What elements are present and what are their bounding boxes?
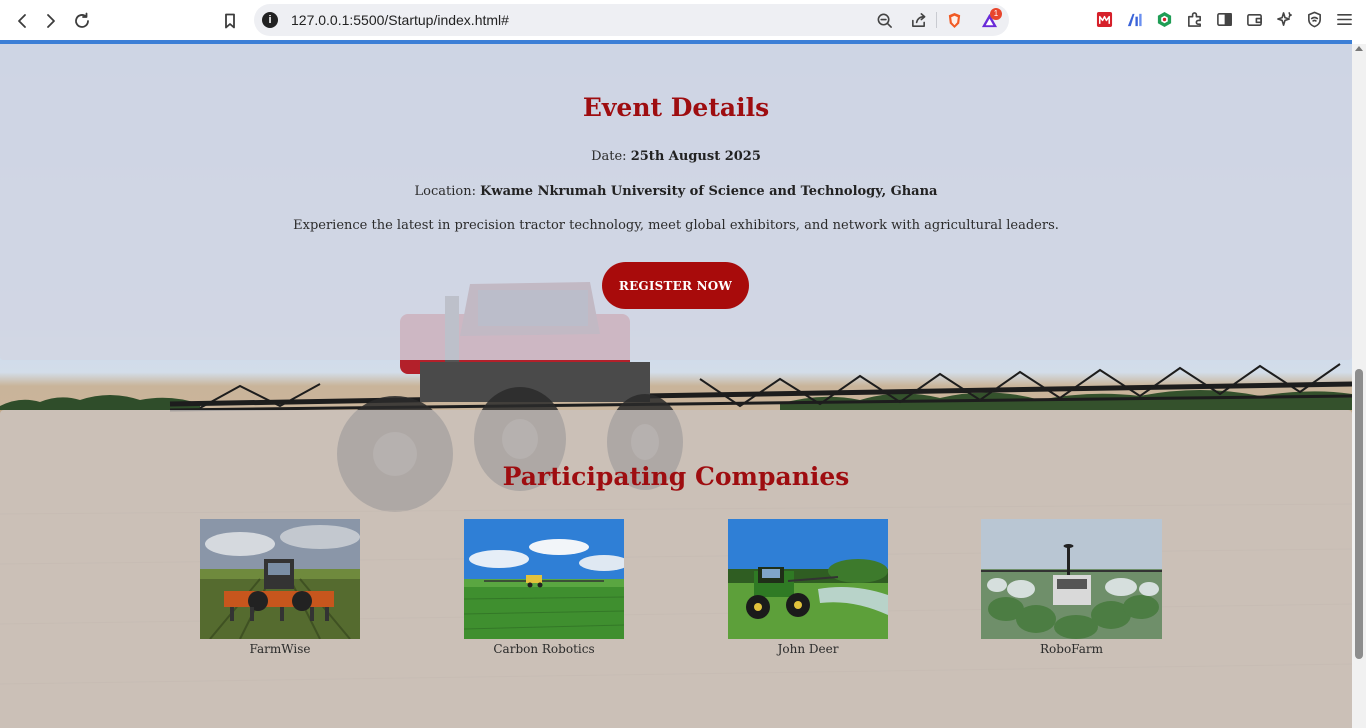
forward-icon[interactable]	[38, 8, 64, 34]
page-viewport: Event Details Date: 25th August 2025 Loc…	[0, 44, 1352, 728]
vertical-scrollbar[interactable]	[1352, 44, 1366, 728]
carbon-robotics-image	[464, 519, 624, 639]
company-name: FarmWise	[249, 642, 311, 656]
site-info-icon[interactable]: i	[262, 12, 278, 28]
sidebar-icon[interactable]	[1214, 9, 1234, 29]
wallet-icon[interactable]	[1244, 9, 1264, 29]
event-location-value: Kwame Nkrumah University of Science and …	[480, 184, 938, 199]
company-name: Carbon Robotics	[493, 642, 595, 656]
john-deer-image	[728, 519, 888, 639]
event-description: Experience the latest in precision tract…	[293, 218, 1059, 233]
puzzle-icon[interactable]	[1184, 9, 1204, 29]
share-icon[interactable]	[908, 10, 928, 30]
farmwise-image	[200, 519, 360, 639]
company-card[interactable]: FarmWise	[200, 519, 360, 656]
company-card[interactable]: RoboFarm	[981, 519, 1162, 656]
event-date: Date: 25th August 2025	[0, 149, 1352, 164]
event-title: Event Details	[582, 93, 770, 122]
robofarm-image	[981, 519, 1162, 639]
address-bar[interactable]: i 127.0.0.1:5500/Startup/index.html# 1	[254, 4, 1009, 36]
vpn-icon[interactable]	[1304, 9, 1324, 29]
company-card[interactable]: Carbon Robotics	[464, 519, 624, 656]
leo-icon[interactable]	[1274, 9, 1294, 29]
menu-icon[interactable]	[1334, 9, 1354, 29]
company-name: RoboFarm	[1040, 642, 1103, 656]
url-text[interactable]: 127.0.0.1:5500/Startup/index.html#	[291, 12, 509, 28]
scrollbar-thumb[interactable]	[1355, 369, 1363, 659]
participating-companies-section: Participating Companies FarmWise Carbon …	[0, 410, 1352, 728]
browser-toolbar: i 127.0.0.1:5500/Startup/index.html# 1	[0, 0, 1366, 40]
extension-icon[interactable]	[1094, 9, 1114, 29]
back-icon[interactable]	[9, 8, 35, 34]
notification-badge: 1	[990, 8, 1002, 20]
event-details-section: Event Details Date: 25th August 2025 Loc…	[0, 44, 1352, 360]
event-date-value: 25th August 2025	[630, 149, 761, 164]
url-separator	[936, 12, 937, 28]
bookmark-icon[interactable]	[217, 8, 243, 34]
company-card[interactable]: John Deer	[728, 519, 888, 656]
ai-extension-icon[interactable]	[1124, 9, 1144, 29]
reload-icon[interactable]	[69, 8, 95, 34]
register-now-button[interactable]: REGISTER NOW	[602, 262, 749, 309]
company-name: John Deer	[777, 642, 839, 656]
event-location-label: Location:	[414, 184, 476, 199]
extension-green-icon[interactable]	[1154, 9, 1174, 29]
event-date-label: Date:	[591, 149, 627, 164]
companies-title: Participating Companies	[502, 462, 850, 491]
scroll-up-arrow[interactable]	[1355, 46, 1363, 51]
brave-shield-icon[interactable]	[944, 10, 964, 30]
event-location: Location: Kwame Nkrumah University of Sc…	[0, 184, 1352, 199]
zoom-out-icon[interactable]	[874, 10, 894, 30]
